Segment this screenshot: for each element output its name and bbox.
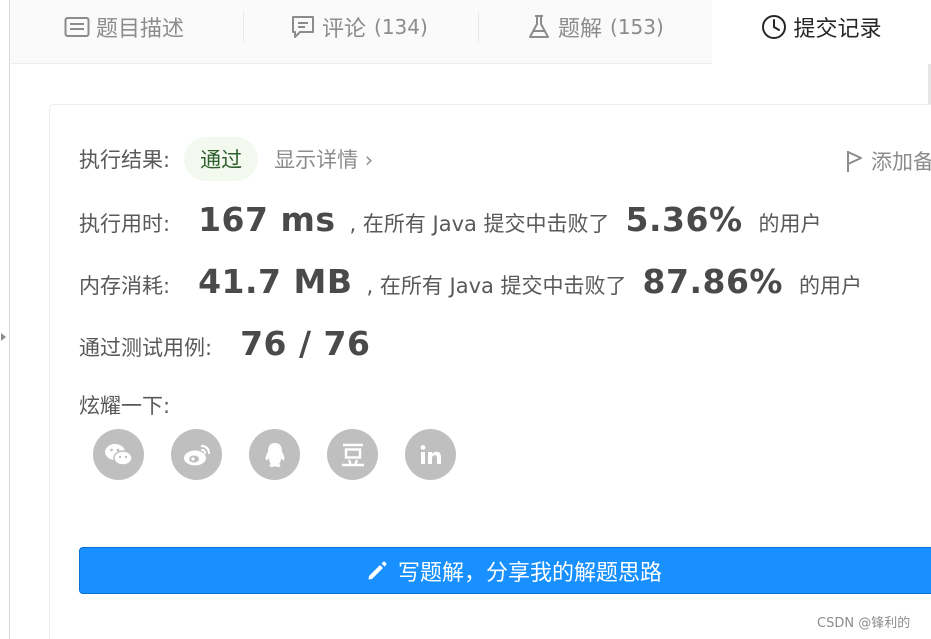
runtime-row: 执行用时: 167 ms , 在所有 Java 提交中击败了 5.36% 的用户 <box>79 200 822 239</box>
linkedin-icon <box>419 443 443 467</box>
result-label: 执行结果: <box>79 148 171 172</box>
add-note-label: 添加备 <box>871 150 931 174</box>
left-rail <box>0 0 10 639</box>
show-details-link[interactable]: 显示详情 › <box>274 144 373 174</box>
share-wechat-button[interactable] <box>93 429 144 480</box>
share-linkedin-button[interactable] <box>405 429 456 480</box>
tab-label: 题解 <box>558 17 603 42</box>
memory-row: 内存消耗: 41.7 MB , 在所有 Java 提交中击败了 87.86% 的… <box>79 262 862 301</box>
share-buttons <box>93 429 483 480</box>
wechat-icon <box>104 442 134 468</box>
share-label: 炫耀一下: <box>79 394 171 418</box>
douban-icon <box>340 442 366 468</box>
tab-label: 评论 <box>322 17 367 42</box>
write-solution-button[interactable]: 写题解，分享我的解题思路 <box>79 547 931 594</box>
weibo-icon <box>182 442 212 468</box>
tests-label: 通过测试用例: <box>79 336 213 360</box>
memory-beat-text: , 在所有 Java 提交中击败了 <box>366 274 627 298</box>
pencil-icon <box>366 560 388 582</box>
runtime-beat-text: , 在所有 Java 提交中击败了 <box>349 212 610 236</box>
share-label-row: 炫耀一下: <box>79 390 170 420</box>
tab-comments[interactable]: 评论 (134) <box>290 0 428 54</box>
tab-label: 提交记录 <box>793 17 882 42</box>
runtime-label: 执行用时: <box>79 212 171 236</box>
runtime-percent: 5.36% <box>625 200 743 239</box>
write-solution-label: 写题解，分享我的解题思路 <box>397 560 662 586</box>
status-badge: 通过 <box>184 137 259 181</box>
tab-divider <box>243 12 244 42</box>
runtime-suffix: 的用户 <box>758 212 822 236</box>
memory-label: 内存消耗: <box>79 274 171 298</box>
memory-suffix: 的用户 <box>799 274 862 298</box>
tab-label: 题目描述 <box>96 17 185 42</box>
comment-icon <box>290 14 316 40</box>
description-icon <box>64 14 90 40</box>
tests-value: 76 / 76 <box>240 324 371 363</box>
flag-icon <box>845 149 863 173</box>
tests-row: 通过测试用例: 76 / 76 <box>79 324 370 363</box>
tab-solutions[interactable]: 题解 (153) <box>526 0 664 54</box>
share-douban-button[interactable] <box>327 429 378 480</box>
add-note-button[interactable]: 添加备 <box>845 146 931 176</box>
memory-percent: 87.86% <box>642 262 783 301</box>
expand-arrow-icon[interactable] <box>1 333 6 341</box>
tab-divider <box>478 12 479 42</box>
runtime-value: 167 ms <box>198 200 336 239</box>
qq-icon <box>262 441 288 469</box>
clock-icon <box>761 14 787 40</box>
watermark: CSDN @锋利的 <box>817 616 911 631</box>
tab-submissions[interactable]: 提交记录 <box>712 0 931 65</box>
flask-icon <box>526 14 552 40</box>
share-qq-button[interactable] <box>249 429 300 480</box>
result-row: 执行结果: 通过 显示详情 › <box>79 137 373 181</box>
tab-count: (134) <box>374 15 428 39</box>
tab-description[interactable]: 题目描述 <box>64 0 184 54</box>
tab-count: (153) <box>610 15 664 39</box>
tab-bar: 题目描述 评论 (134) 题解 (153) 提交记录 <box>10 0 931 65</box>
memory-value: 41.7 MB <box>198 262 353 301</box>
share-weibo-button[interactable] <box>171 429 222 480</box>
